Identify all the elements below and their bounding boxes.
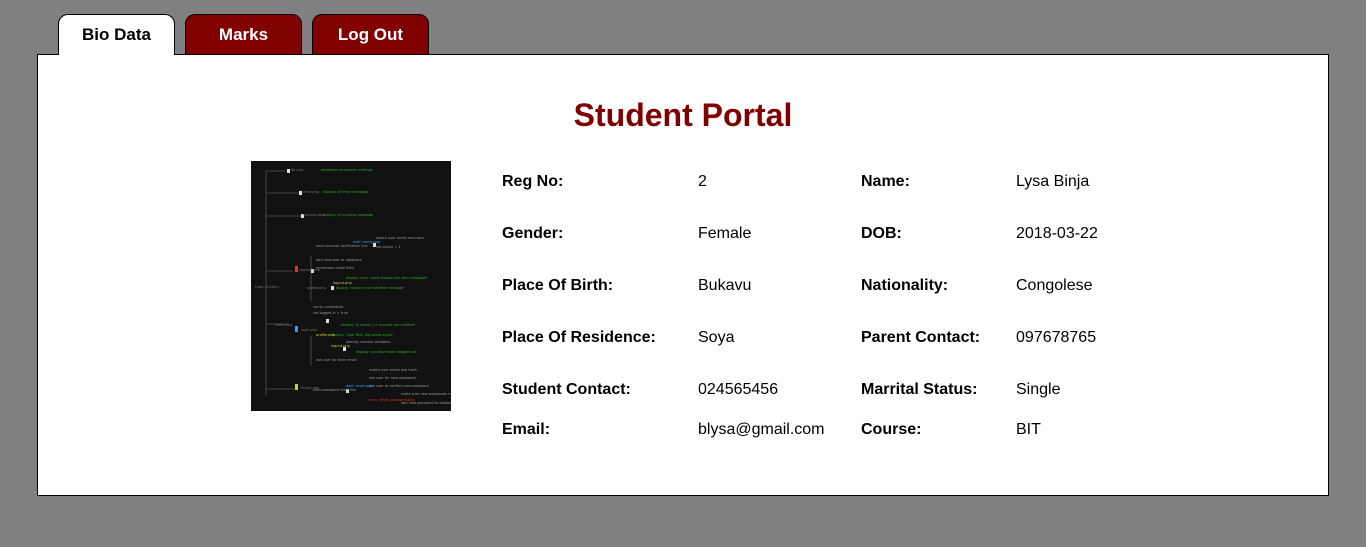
gender-label: Gender:: [502, 225, 564, 242]
place-of-birth-label: Place Of Birth:: [502, 277, 614, 294]
student-photo-image: db.php error.php success.php Login Syste…: [251, 161, 451, 411]
email-value: blysa@gmail.com: [698, 421, 825, 438]
svg-text:index.php: index.php: [275, 323, 293, 327]
reg-no-value: 2: [698, 173, 707, 190]
svg-text:logout.php: logout.php: [331, 344, 351, 348]
svg-text:db.php: db.php: [291, 168, 304, 172]
svg-text:login.php: login.php: [301, 328, 318, 332]
svg-text:mail: reset.php: mail: reset.php: [346, 384, 373, 388]
nationality-value: Congolese: [1016, 277, 1093, 294]
tab-marks[interactable]: Marks: [185, 14, 302, 54]
tab-bar: Bio Data Marks Log Out: [58, 14, 429, 55]
reg-no-label: Reg No:: [502, 173, 564, 190]
svg-text:ask user to confirm new passwo: ask user to confirm new password: [369, 384, 429, 388]
parent-contact-value: 097678765: [1016, 329, 1097, 346]
student-photo: db.php error.php success.php Login Syste…: [251, 161, 451, 411]
svg-text:display "if active = 0 account: display "if active = 0 account not verif…: [341, 323, 416, 327]
email-label: Email:: [502, 421, 551, 438]
name-value: Lysa Binja: [1016, 173, 1090, 190]
marital-status-label: Marrital Status:: [861, 381, 978, 398]
svg-text:remember email field: remember email field: [316, 266, 354, 270]
parent-contact-label: Parent Contact:: [861, 329, 981, 346]
svg-text:display error "confirmation li: display error "confirmation link sent me…: [346, 276, 428, 280]
svg-text:send account verification link: send account verification link: [316, 244, 368, 248]
dob-value: 2018-03-22: [1016, 225, 1098, 242]
tab-bio-data[interactable]: Bio Data: [58, 14, 175, 55]
place-of-residence-value: Soya: [698, 329, 735, 346]
bio-data-panel: Student Portal db.php error.php success.…: [37, 54, 1329, 496]
svg-text:verify credentials: verify credentials: [313, 305, 343, 309]
svg-text:display: all error message: display: all error message: [323, 190, 368, 194]
svg-text:profile.php: profile.php: [316, 333, 336, 337]
svg-text:error: reset_password.php: error: reset_password.php: [369, 398, 415, 402]
svg-text:set active = 1: set active = 1: [376, 245, 401, 249]
svg-text:add new user to database: add new user to database: [316, 258, 362, 262]
svg-text:match user email and hash: match user email and hash: [369, 368, 417, 372]
student-contact-label: Student Contact:: [502, 381, 631, 398]
gender-value: Female: [698, 225, 752, 242]
svg-text:make sure new passwords match: make sure new passwords match: [401, 392, 451, 396]
svg-text:database connection settings: database connection settings: [321, 168, 373, 172]
svg-text:display: all success message: display: all success message: [323, 213, 373, 217]
place-of-birth-value: Bukavu: [698, 277, 752, 294]
student-contact-value: 024565456: [698, 381, 779, 398]
svg-text:ask user for their email: ask user for their email: [316, 358, 357, 362]
course-value: BIT: [1016, 421, 1041, 438]
svg-text:success.php: success.php: [303, 213, 325, 217]
svg-text:destroy session variables: destroy session variables: [346, 340, 390, 344]
svg-text:display: "user find, but some: display: "user find, but some email": [331, 333, 394, 337]
svg-text:error.php: error.php: [303, 190, 320, 194]
svg-text:logout.php: logout.php: [333, 281, 353, 285]
course-label: Course:: [861, 421, 922, 438]
svg-text:profile.php: profile.php: [307, 286, 327, 290]
svg-text:ask user for new password: ask user for new password: [369, 376, 416, 380]
svg-text:mail: verify.php: mail: verify.php: [353, 240, 381, 244]
page-title: Student Portal: [573, 97, 793, 133]
name-label: Name:: [861, 173, 910, 190]
marital-status-value: Single: [1016, 381, 1061, 398]
svg-text:send password reset link: send password reset link: [313, 388, 357, 392]
svg-text:display "account not verified: display "account not verified message": [336, 286, 405, 290]
nationality-label: Nationality:: [861, 277, 949, 294]
tab-log-out[interactable]: Log Out: [312, 14, 429, 54]
svg-text:set logged in = true: set logged in = true: [313, 311, 348, 315]
dob-label: DOB:: [861, 225, 902, 242]
svg-text:match user email and hash: match user email and hash: [376, 236, 424, 240]
place-of-residence-label: Place Of Residence:: [502, 329, 656, 346]
svg-text:Login System: Login System: [255, 285, 279, 289]
svg-text:display: you have been logged: display: you have been logged out: [356, 350, 417, 354]
